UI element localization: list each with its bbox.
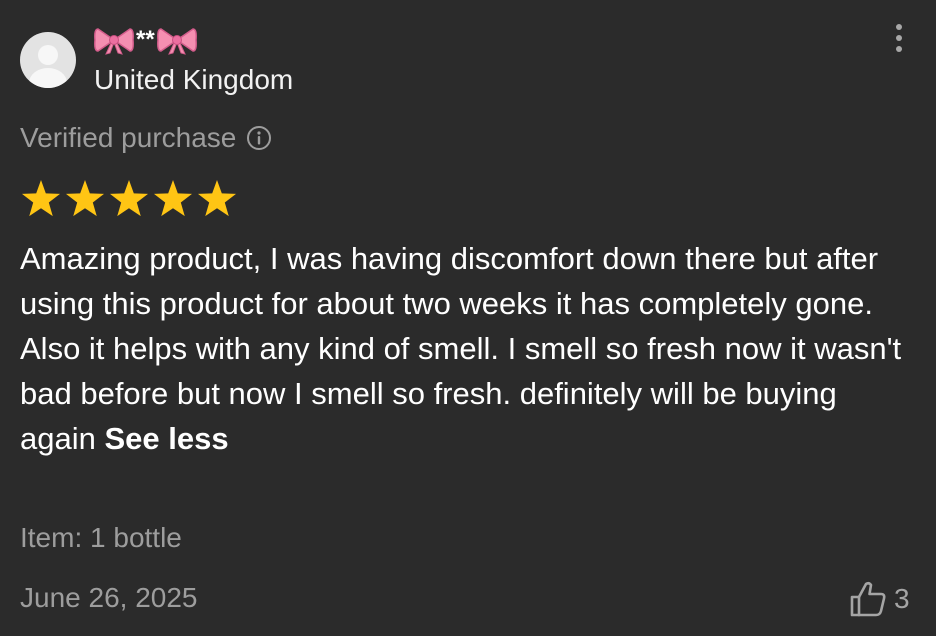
kebab-dot bbox=[896, 24, 902, 30]
reviewer-name-text: ** bbox=[136, 26, 155, 53]
bow-icon bbox=[94, 28, 134, 55]
reviewer-name: ** bbox=[94, 22, 197, 58]
kebab-dot bbox=[896, 46, 902, 52]
bow-icon bbox=[156, 28, 197, 55]
info-circle-icon[interactable] bbox=[246, 125, 272, 151]
see-less-link[interactable]: See less bbox=[104, 421, 228, 456]
thumbs-up-icon bbox=[850, 581, 886, 617]
star-icon bbox=[153, 180, 193, 217]
reviewer-location: United Kingdom bbox=[94, 64, 294, 95]
kebab-dot bbox=[896, 35, 902, 41]
review-card: ** United Kingdom Verified purchase Amaz… bbox=[0, 0, 936, 636]
avatar-body bbox=[29, 68, 67, 88]
star-icon bbox=[65, 180, 105, 217]
star-icon bbox=[21, 180, 61, 217]
star-icon bbox=[197, 180, 237, 217]
like-count: 3 bbox=[894, 583, 910, 614]
more-options-button[interactable] bbox=[884, 18, 914, 58]
verified-purchase-label: Verified purchase bbox=[20, 122, 237, 153]
review-body: Amazing product, I was having discomfort… bbox=[20, 236, 916, 461]
star-icon bbox=[109, 180, 149, 217]
review-date: June 26, 2025 bbox=[20, 582, 198, 613]
helpful-like-button[interactable]: 3 bbox=[848, 580, 910, 618]
verified-purchase: Verified purchase bbox=[20, 122, 272, 154]
item-variant: Item: 1 bottle bbox=[20, 522, 182, 553]
avatar[interactable] bbox=[20, 32, 76, 88]
avatar-head bbox=[38, 45, 58, 65]
star-rating bbox=[20, 178, 238, 220]
